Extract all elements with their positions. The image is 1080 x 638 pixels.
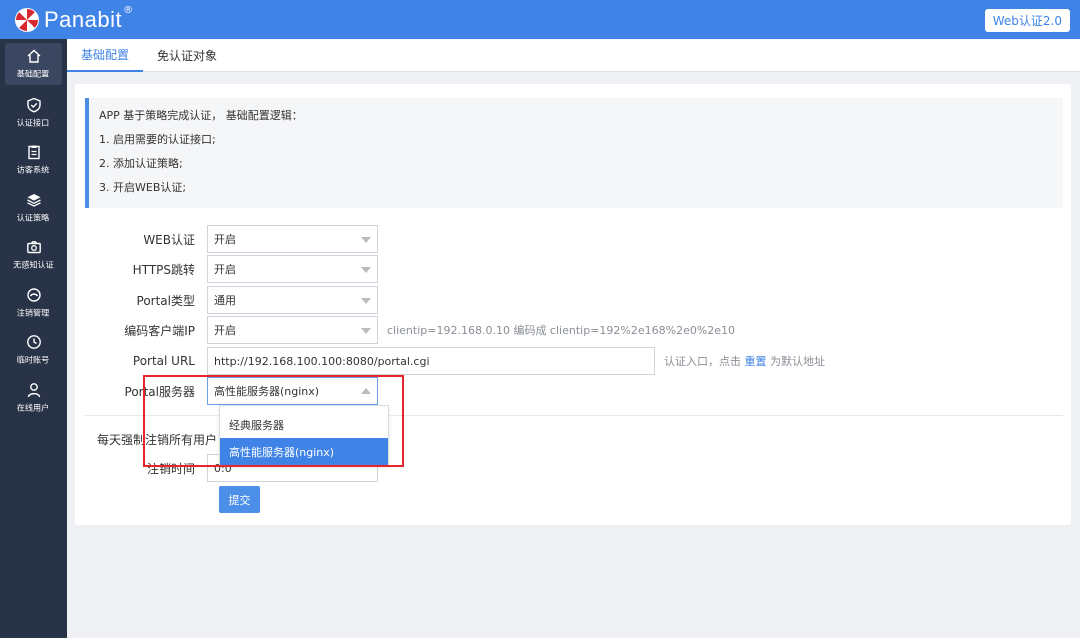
tab-auth-exempt-objects[interactable]: 免认证对象 [143, 39, 231, 72]
tab-bar: 基础配置 免认证对象 [67, 39, 1080, 72]
web-auth-select[interactable]: 开启 [207, 225, 378, 253]
info-line: 1. 启用需要的认证接口; [99, 133, 216, 146]
annotation-highlight-box [143, 375, 404, 467]
portal-type-label: Portal类型 [136, 293, 195, 308]
portal-type-row: Portal类型 通用 [75, 286, 378, 314]
sidebar-item-auth-interface[interactable]: 认证接口 [0, 89, 67, 137]
info-line: 3. 开启WEB认证; [99, 181, 187, 194]
sidebar-item-basic-config[interactable]: 基础配置 [5, 43, 62, 85]
sidebar-item-label: 在线用户 [17, 404, 50, 414]
encode-ip-hint: clientip=192.168.0.10 编码成 clientip=192%2… [387, 324, 736, 337]
https-redirect-row: HTTPS跳转 开启 [75, 255, 378, 283]
caret-down-icon [361, 237, 371, 243]
portal-type-value: 通用 [214, 294, 236, 307]
sidebar-item-online-users[interactable]: 在线用户 [0, 374, 67, 422]
portal-url-hint-post: 为默认地址 [766, 355, 825, 368]
portal-url-row: Portal URL http://192.168.100.100:8080/p… [75, 347, 825, 375]
top-bar: Panabit ® Web认证2.0 [0, 0, 1080, 39]
https-redirect-select[interactable]: 开启 [207, 255, 378, 283]
sidebar-item-label: 无感知认证 [13, 261, 54, 271]
unlink-icon [26, 288, 41, 302]
info-box: APP 基于策略完成认证， 基础配置逻辑： 1. 启用需要的认证接口; 2. 添… [85, 98, 1063, 208]
layers-icon [26, 193, 41, 207]
info-line: 2. 添加认证策略; [99, 157, 183, 170]
caret-down-icon [361, 267, 371, 273]
encode-ip-select[interactable]: 开启 [207, 316, 378, 344]
sidebar-item-seamless-auth[interactable]: 无感知认证 [0, 232, 67, 280]
home-icon [27, 49, 40, 63]
clipboard-icon [27, 145, 40, 160]
web-auth-2-button[interactable]: Web认证2.0 [984, 9, 1070, 32]
submit-button[interactable]: 提交 [219, 486, 260, 513]
user-icon [27, 382, 40, 397]
https-redirect-label: HTTPS跳转 [132, 262, 195, 277]
portal-url-input[interactable]: http://192.168.100.100:8080/portal.cgi [207, 347, 655, 375]
clock-icon [26, 335, 41, 350]
sidebar-item-label: 基础配置 [17, 70, 50, 80]
web-auth-row: WEB认证 开启 [75, 225, 378, 253]
info-line: APP 基于策略完成认证， 基础配置逻辑： [99, 109, 303, 122]
portal-type-select[interactable]: 通用 [207, 286, 378, 314]
web-auth-label: WEB认证 [143, 232, 195, 247]
portal-url-hint-pre: 认证入口，点击 [664, 355, 745, 368]
camera-icon [26, 241, 41, 254]
sidebar-item-label: 访客系统 [17, 166, 50, 176]
sidebar-item-label: 认证接口 [17, 119, 50, 129]
encode-ip-row: 编码客户端IP 开启 clientip=192.168.0.10 编码成 cli… [75, 316, 735, 344]
encode-ip-value: 开启 [214, 324, 236, 337]
sidebar: 基础配置 认证接口 访客系统 认证策略 无感知认证 注销管理 临时账号 在线用户 [0, 39, 67, 638]
portal-url-hint: 认证入口，点击 重置 为默认地址 [664, 353, 825, 369]
sidebar-item-logout-management[interactable]: 注销管理 [0, 279, 67, 327]
caret-down-icon [361, 298, 371, 304]
sidebar-item-auth-policy[interactable]: 认证策略 [0, 184, 67, 232]
sidebar-item-guest-system[interactable]: 访客系统 [0, 137, 67, 185]
sidebar-item-label: 临时账号 [17, 356, 50, 366]
https-redirect-value: 开启 [214, 263, 236, 276]
panabit-logo-icon [15, 7, 39, 32]
shield-check-icon [26, 97, 41, 113]
portal-url-value: http://192.168.100.100:8080/portal.cgi [214, 354, 430, 368]
sidebar-item-temp-account[interactable]: 临时账号 [0, 327, 67, 375]
brand-registered-mark: ® [123, 5, 134, 16]
caret-down-icon [361, 328, 371, 334]
reset-link[interactable]: 重置 [745, 355, 767, 368]
web-auth-value: 开启 [214, 233, 236, 246]
tab-basic-config[interactable]: 基础配置 [67, 39, 144, 72]
encode-ip-label: 编码客户端IP [124, 323, 195, 338]
brand-logo: Panabit ® [14, 5, 134, 33]
portal-url-label: Portal URL [132, 354, 195, 368]
brand-name: Panabit [44, 6, 123, 32]
sidebar-item-label: 认证策略 [17, 214, 50, 224]
sidebar-item-label: 注销管理 [17, 309, 50, 319]
